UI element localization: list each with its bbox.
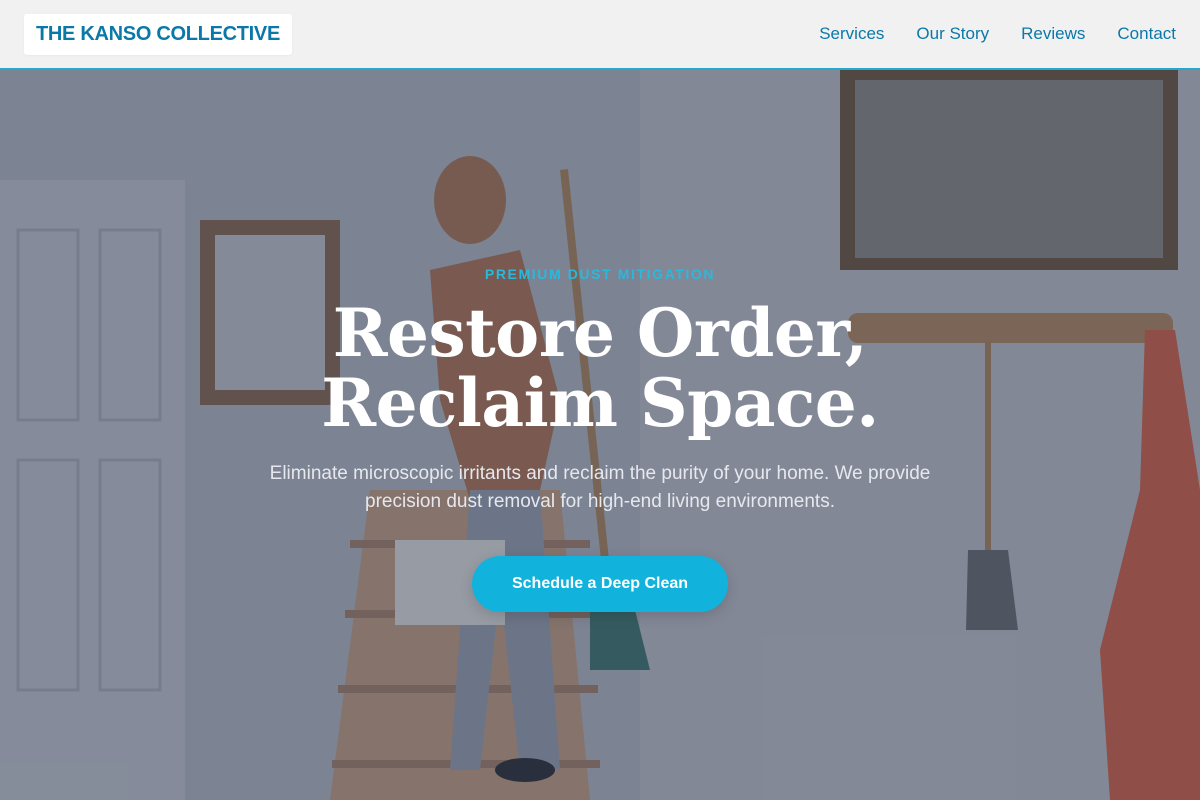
hero-subtext: Eliminate microscopic irritants and recl… bbox=[269, 463, 931, 512]
nav-link-services[interactable]: Services bbox=[819, 24, 884, 44]
hero-headline-line-2: Reclaim Space. bbox=[321, 364, 879, 442]
brand-logo[interactable]: THE KANSO COLLECTIVE bbox=[24, 13, 293, 55]
site-header: THE KANSO COLLECTIVE Services Our Story … bbox=[0, 0, 1200, 70]
schedule-deep-clean-button[interactable]: Schedule a Deep Clean bbox=[471, 556, 729, 612]
nav-link-our-story[interactable]: Our Story bbox=[916, 24, 989, 44]
main-nav: Services Our Story Reviews Contact bbox=[819, 24, 1176, 44]
nav-link-reviews[interactable]: Reviews bbox=[1021, 24, 1085, 44]
hero-section: PREMIUM DUST MITIGATION Restore Order, R… bbox=[0, 70, 1200, 800]
hero-headline-line-1: Restore Order, bbox=[332, 294, 868, 372]
nav-link-contact[interactable]: Contact bbox=[1117, 24, 1176, 44]
hero-headline: Restore Order, Reclaim Space. bbox=[321, 294, 879, 442]
hero-content: PREMIUM DUST MITIGATION Restore Order, R… bbox=[0, 70, 1200, 800]
hero-eyebrow: PREMIUM DUST MITIGATION bbox=[484, 266, 716, 282]
